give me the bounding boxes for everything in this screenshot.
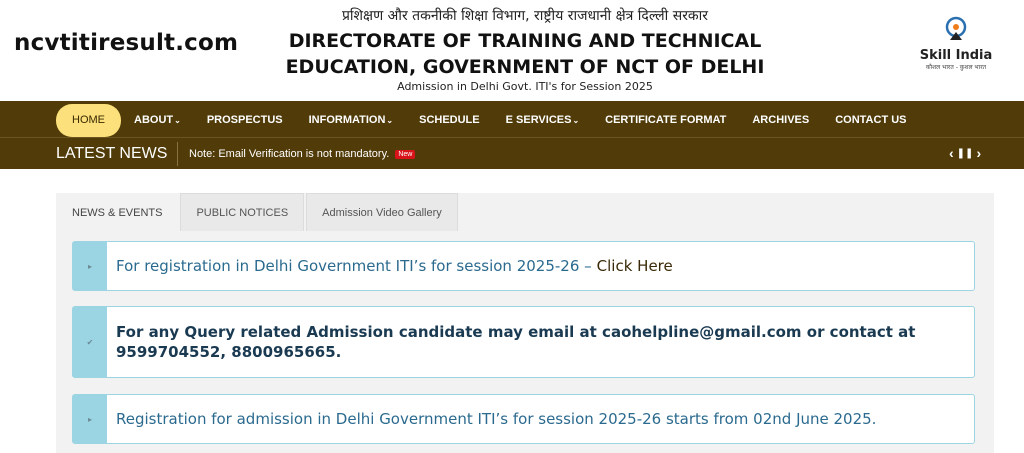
nav-item-prospectus[interactable]: PROSPECTUS [194,104,296,137]
nav-item-information[interactable]: INFORMATION⌄ [296,104,407,137]
chevron-down-icon: ⌄ [386,116,394,125]
tab-news-events[interactable]: NEWS & EVENTS [56,193,179,231]
click-here-link[interactable]: Click Here [597,257,673,275]
skill-india-logo-icon [945,16,967,40]
tab-admission-video-gallery[interactable]: Admission Video Gallery [306,193,458,231]
notice-item: ▸ Registration for admission in Delhi Go… [72,394,975,444]
nav-item-e-services[interactable]: E SERVICES⌄ [493,104,593,137]
chevron-down-icon: ⌄ [572,116,580,125]
news-ticker-text[interactable]: Note: Email Verification is not mandator… [189,148,416,160]
news-panel: NEWS & EVENTS PUBLIC NOTICES Admission V… [56,193,994,453]
notice-text-3: Registration for admission in Delhi Gove… [116,410,877,428]
arrow-icon: ▸ [73,242,107,290]
news-controls: ‹ ❚❚ › [949,145,981,163]
notice-item: ✔ For any Query related Admission candid… [72,306,975,378]
latest-news-bar: LATEST NEWS Note: Email Verification is … [0,137,1024,169]
notice-item: ▸ For registration in Delhi Government I… [72,241,975,291]
pause-icon[interactable]: ❚❚ [957,145,974,163]
latest-news-label: LATEST NEWS [56,145,168,162]
new-badge: New [395,150,416,159]
title-line-1: DIRECTORATE OF TRAINING AND TECHNICAL [288,30,762,52]
directorate-title: DIRECTORATE OF TRAINING AND TECHNICAL ED… [0,28,1024,80]
tab-public-notices[interactable]: PUBLIC NOTICES [180,193,305,231]
notice-text-1: For registration in Delhi Government ITI… [116,257,592,275]
nav-item-certificate-format[interactable]: CERTIFICATE FORMAT [592,104,739,137]
site-header: ncvtitiresult.com प्रशिक्षण और तकनीकी शि… [0,0,1024,101]
title-line-2: EDUCATION, GOVERNMENT OF NCT OF DELHI [285,56,765,78]
tab-bar: NEWS & EVENTS PUBLIC NOTICES Admission V… [56,193,460,231]
nav-item-about[interactable]: ABOUT⌄ [121,104,194,137]
notice-text-2: For any Query related Admission candidat… [116,323,916,361]
skill-india-name: Skill India [919,48,993,63]
nav-item-schedule[interactable]: SCHEDULE [406,104,493,137]
skill-india-logo[interactable]: Skill India कौशल भारत - कुशल भारत [916,16,996,86]
skill-india-tagline: कौशल भारत - कुशल भारत [925,64,987,71]
nav-item-archives[interactable]: ARCHIVES [739,104,822,137]
main-nav: HOME ABOUT⌄ PROSPECTUS INFORMATION⌄ SCHE… [0,101,1024,169]
check-icon: ✔ [73,307,107,377]
news-item-text: Note: Email Verification is not mandator… [189,148,390,160]
prev-icon[interactable]: ‹ [949,145,954,163]
nav-item-contact-us[interactable]: CONTACT US [822,104,919,137]
tab-content: ▸ For registration in Delhi Government I… [56,231,994,453]
admission-subtitle: Admission in Delhi Govt. ITI's for Sessi… [397,80,653,93]
nav-item-home[interactable]: HOME [56,104,121,137]
nav-menu: HOME ABOUT⌄ PROSPECTUS INFORMATION⌄ SCHE… [56,104,920,137]
chevron-down-icon: ⌄ [174,116,181,125]
next-icon[interactable]: › [976,145,981,163]
notice-text: For registration in Delhi Government ITI… [107,242,974,290]
arrow-icon: ▸ [73,395,107,443]
news-divider [177,142,178,166]
hindi-title: प्रशिक्षण और तकनीकी शिक्षा विभाग, राष्ट्… [341,8,709,24]
